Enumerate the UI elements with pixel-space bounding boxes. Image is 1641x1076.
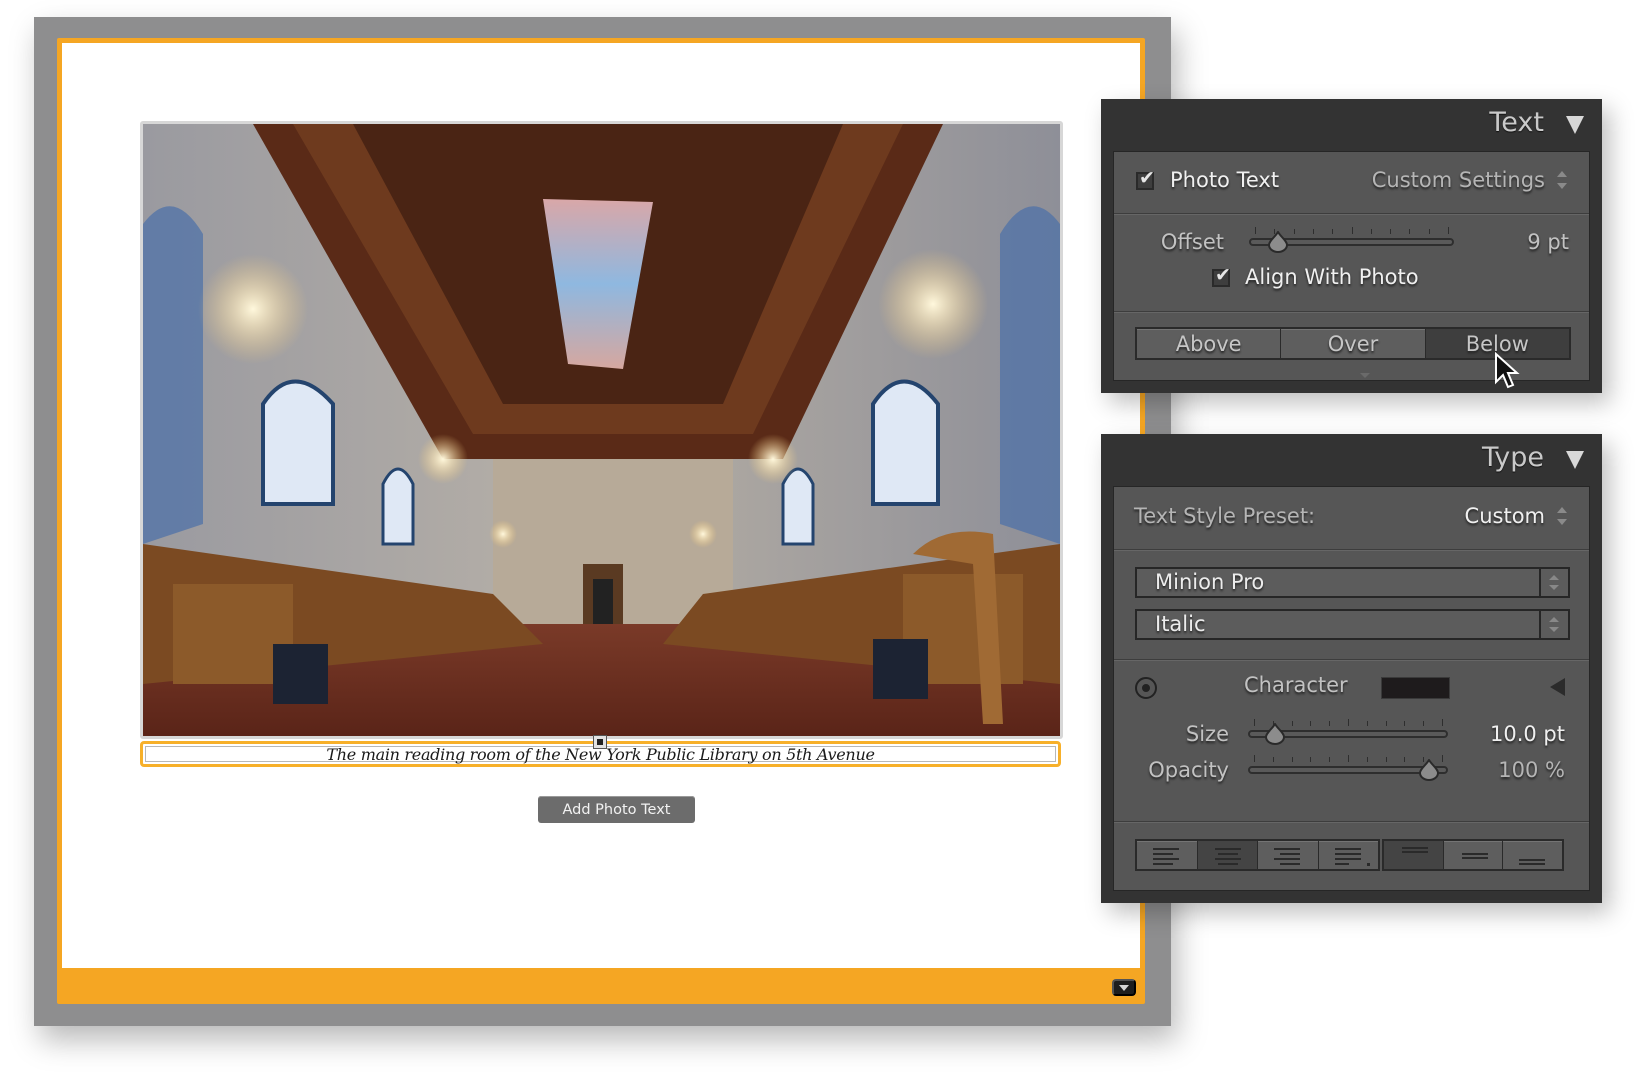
slider-tick bbox=[1329, 757, 1331, 762]
slider-tick bbox=[1423, 721, 1425, 726]
slider-tick bbox=[1293, 229, 1295, 234]
photo[interactable] bbox=[143, 124, 1060, 736]
slider-tick bbox=[1310, 721, 1312, 726]
type-panel-content: Text Style Preset: Custom Minion Pro Ita… bbox=[1113, 486, 1590, 891]
add-photo-text-button[interactable]: Add Photo Text bbox=[538, 796, 695, 823]
text-style-preset-label: Text Style Preset: bbox=[1134, 504, 1316, 528]
slider-thumb[interactable] bbox=[1267, 231, 1289, 253]
offset-value[interactable]: 9 pt bbox=[1527, 230, 1569, 254]
slider-tick bbox=[1348, 719, 1349, 726]
caption-resize-handle[interactable] bbox=[593, 735, 607, 749]
text-style-preset-select[interactable]: Custom bbox=[1465, 504, 1545, 528]
align-bottom-button[interactable] bbox=[1502, 841, 1563, 869]
slider-tick bbox=[1310, 757, 1312, 762]
character-color-swatch[interactable] bbox=[1381, 677, 1450, 699]
up-down-arrows-icon[interactable] bbox=[1539, 611, 1568, 638]
slider-tick bbox=[1332, 229, 1334, 234]
slider-tick bbox=[1409, 229, 1411, 234]
opacity-label: Opacity bbox=[1148, 758, 1229, 782]
slider-tick bbox=[1291, 757, 1293, 762]
text-position-segmented-control: Above Over Below bbox=[1135, 327, 1571, 360]
triangle-down-icon[interactable] bbox=[1566, 116, 1584, 134]
target-adjustment-icon[interactable] bbox=[1135, 677, 1157, 699]
slider-tick bbox=[1254, 755, 1255, 762]
slider-tick bbox=[1390, 229, 1392, 234]
above-button[interactable]: Above bbox=[1137, 329, 1281, 358]
horizontal-alignment-group bbox=[1135, 839, 1380, 871]
slider-tick bbox=[1291, 721, 1293, 726]
slider-tick bbox=[1448, 227, 1449, 234]
offset-label: Offset bbox=[1160, 230, 1224, 254]
type-panel: Type Text Style Preset: Custom Minion Pr… bbox=[1101, 434, 1602, 903]
opacity-value[interactable]: 100 % bbox=[1498, 758, 1565, 782]
text-style-preset-row: Text Style Preset: Custom bbox=[1114, 487, 1589, 550]
align-left-button[interactable] bbox=[1137, 841, 1197, 869]
offset-row: Offset 9 pt Align With Photo bbox=[1114, 213, 1589, 312]
triangle-down-icon bbox=[1119, 984, 1129, 991]
align-right-button[interactable] bbox=[1257, 841, 1318, 869]
up-down-arrows-icon[interactable] bbox=[1557, 507, 1567, 525]
slider-tick bbox=[1428, 229, 1430, 234]
slider-tick bbox=[1404, 757, 1406, 762]
page-menu-button[interactable] bbox=[1112, 979, 1136, 996]
slider-tick bbox=[1329, 721, 1331, 726]
vertical-alignment-group bbox=[1382, 839, 1564, 871]
up-down-arrows-icon[interactable] bbox=[1539, 569, 1568, 596]
panel-title: Type bbox=[1481, 442, 1544, 473]
over-button[interactable]: Over bbox=[1280, 329, 1425, 358]
triangle-down-icon[interactable] bbox=[1566, 451, 1584, 469]
slider-tick bbox=[1370, 229, 1372, 234]
align-with-photo-checkbox[interactable] bbox=[1212, 264, 1231, 287]
photo-text-preset-select[interactable]: Custom Settings bbox=[1372, 168, 1545, 192]
font-family-select[interactable]: Minion Pro bbox=[1135, 567, 1570, 598]
font-style-select[interactable]: Italic bbox=[1135, 609, 1570, 640]
justify-button[interactable] bbox=[1317, 841, 1378, 869]
slider-tick bbox=[1442, 719, 1443, 726]
offset-slider[interactable] bbox=[1249, 227, 1454, 253]
text-panel-header[interactable]: Text bbox=[1101, 99, 1602, 151]
photo-text-label: Photo Text bbox=[1170, 168, 1280, 192]
character-label: Character bbox=[1244, 673, 1348, 697]
character-row: Character Size 10.0 pt Opacity 100 % bbox=[1114, 659, 1589, 822]
size-label: Size bbox=[1185, 722, 1229, 746]
text-panel-content: Photo Text Custom Settings Offset 9 pt A… bbox=[1113, 151, 1590, 381]
panel-title: Text bbox=[1489, 107, 1544, 138]
align-with-photo-label: Align With Photo bbox=[1245, 265, 1419, 289]
up-down-arrows-icon[interactable] bbox=[1557, 171, 1567, 189]
size-slider[interactable] bbox=[1248, 719, 1448, 745]
slider-tick bbox=[1385, 721, 1387, 726]
slider-tick bbox=[1404, 721, 1406, 726]
slider-tick bbox=[1272, 757, 1274, 762]
panel-end-marker-icon bbox=[1360, 373, 1370, 378]
slider-tick bbox=[1348, 755, 1349, 762]
slider-tick bbox=[1366, 721, 1368, 726]
slider-thumb[interactable] bbox=[1264, 723, 1286, 745]
slider-tick bbox=[1366, 757, 1368, 762]
alignment-row bbox=[1114, 821, 1589, 893]
font-row: Minion Pro Italic bbox=[1114, 549, 1589, 660]
font-style-value: Italic bbox=[1155, 612, 1206, 636]
align-middle-button[interactable] bbox=[1442, 841, 1503, 869]
position-row: Above Over Below bbox=[1114, 311, 1589, 381]
library-photo-illustration bbox=[143, 124, 1060, 736]
handle-square-icon bbox=[597, 739, 603, 745]
slider-tick bbox=[1254, 719, 1255, 726]
font-family-value: Minion Pro bbox=[1155, 570, 1265, 594]
align-top-button[interactable] bbox=[1384, 841, 1443, 869]
size-value[interactable]: 10.0 pt bbox=[1490, 722, 1565, 746]
text-panel: Text Photo Text Custom Settings Offset 9… bbox=[1101, 99, 1602, 393]
align-center-button[interactable] bbox=[1196, 841, 1257, 869]
slider-thumb[interactable] bbox=[1418, 759, 1440, 781]
below-button[interactable]: Below bbox=[1424, 329, 1569, 358]
opacity-slider[interactable] bbox=[1248, 755, 1448, 781]
slider-tick bbox=[1255, 227, 1256, 234]
photo-text-row: Photo Text Custom Settings bbox=[1114, 152, 1589, 214]
triangle-left-icon[interactable] bbox=[1550, 678, 1565, 696]
slider-tick bbox=[1385, 757, 1387, 762]
photo-text-checkbox[interactable] bbox=[1136, 167, 1155, 190]
slider-tick bbox=[1312, 229, 1314, 234]
slider-tick bbox=[1442, 755, 1443, 762]
type-panel-header[interactable]: Type bbox=[1101, 434, 1602, 486]
slider-tick bbox=[1351, 227, 1353, 234]
